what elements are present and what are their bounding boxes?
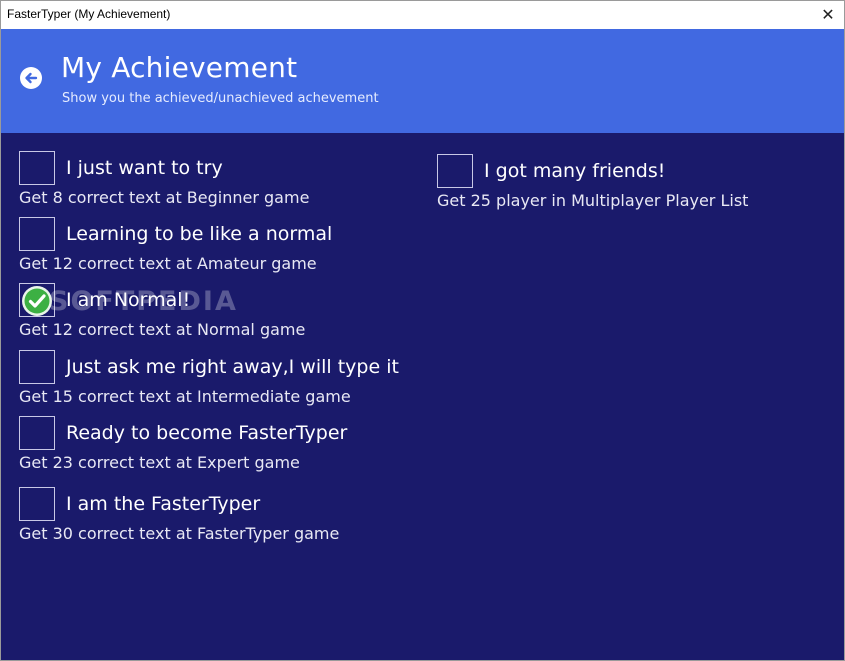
check-badge-icon (22, 286, 52, 316)
window-title: FasterTyper (My Achievement) (7, 7, 171, 21)
achievement-status-box (19, 283, 55, 317)
achievement-name: Learning to be like a normal (66, 223, 333, 245)
achievement-description: Get 15 correct text at Intermediate game (19, 387, 351, 406)
close-icon[interactable]: ✕ (816, 3, 840, 27)
achievement-name: I just want to try (66, 157, 223, 179)
achievement-description: Get 23 correct text at Expert game (19, 453, 300, 472)
achievement-name: Ready to become FasterTyper (66, 422, 348, 444)
app-window: FasterTyper (My Achievement) ✕ My Achiev… (0, 0, 845, 661)
back-arrow-circle-icon (21, 68, 41, 88)
achievement-name: I got many friends! (484, 160, 666, 182)
page-subtitle: Show you the achieved/unachieved achevem… (62, 91, 379, 106)
achievement-name: I am Normal! (66, 289, 191, 311)
achievement-status-box (19, 350, 55, 384)
achievement-status-box (19, 217, 55, 251)
achievement-description: Get 30 correct text at FasterTyper game (19, 524, 340, 543)
achievement-status-box (19, 416, 55, 450)
achievement-description: Get 12 correct text at Normal game (19, 320, 306, 339)
achievement-description: Get 25 player in Multiplayer Player List (437, 191, 749, 210)
achievement-status-box (437, 154, 473, 188)
achievement-status-box (19, 151, 55, 185)
title-bar: FasterTyper (My Achievement) ✕ (1, 1, 844, 29)
achievement-status-box (19, 487, 55, 521)
page-header: My Achievement Show you the achieved/una… (1, 29, 844, 133)
achievement-name: Just ask me right away,I will type it (66, 356, 399, 378)
achievement-name: I am the FasterTyper (66, 493, 261, 515)
back-button[interactable] (20, 67, 42, 89)
achievement-description: Get 12 correct text at Amateur game (19, 254, 317, 273)
achievement-description: Get 8 correct text at Beginner game (19, 188, 310, 207)
page-title: My Achievement (61, 51, 298, 84)
